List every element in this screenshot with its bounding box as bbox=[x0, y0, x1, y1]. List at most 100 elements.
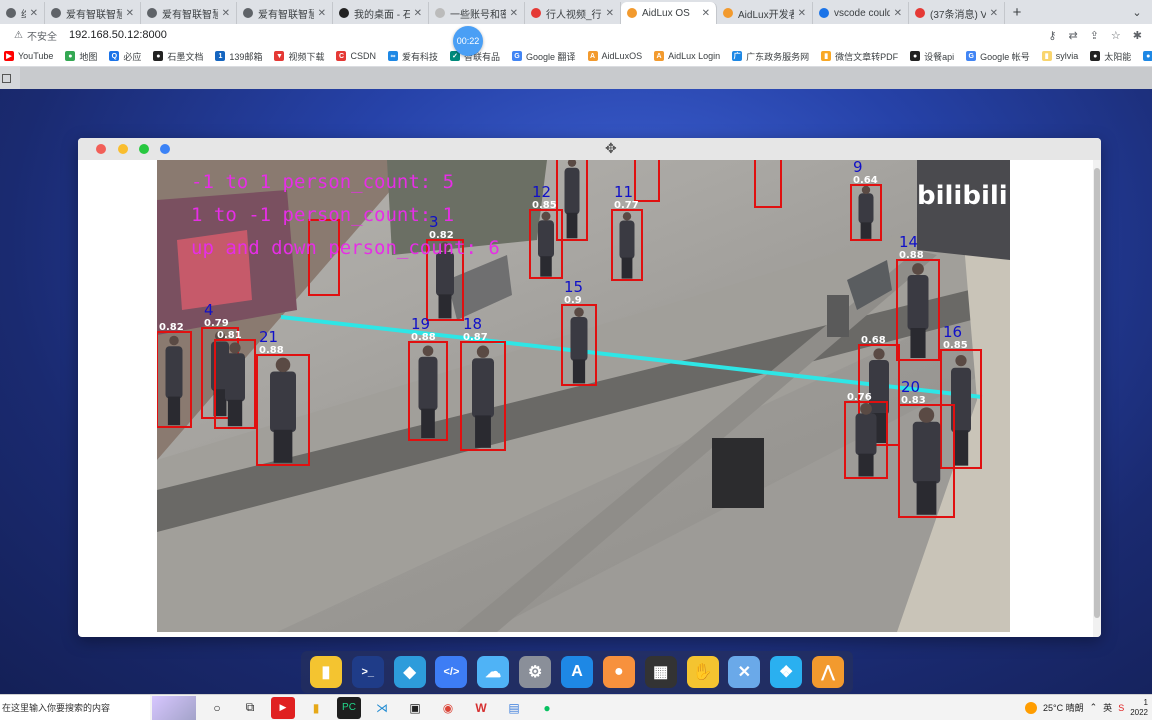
close-tab-icon[interactable]: ✕ bbox=[126, 8, 134, 19]
bookmark-item[interactable]: C CSDN bbox=[336, 51, 376, 61]
bookmark-item[interactable]: ● 设餐api bbox=[910, 50, 954, 63]
person-legs bbox=[860, 222, 872, 239]
bookmark-label: Google 帐号 bbox=[980, 51, 1030, 62]
bookmark-star-icon[interactable]: ☆ bbox=[1111, 29, 1121, 42]
close-tab-icon[interactable]: ✕ bbox=[318, 8, 326, 19]
bookmark-item[interactable]: ● 太阳能 bbox=[1090, 50, 1131, 63]
ime-indicator[interactable]: 英 bbox=[1103, 701, 1112, 714]
close-tab-icon[interactable]: ✕ bbox=[990, 8, 998, 19]
cloud-app-icon[interactable]: ☁ bbox=[477, 656, 510, 688]
screen-tool-icon[interactable]: ▣ bbox=[403, 697, 427, 719]
key-icon[interactable]: ⚷ bbox=[1048, 29, 1056, 42]
browser-tab[interactable]: (37条消息) VSC ✕ bbox=[909, 2, 1005, 24]
maximize-window-button[interactable] bbox=[139, 144, 149, 154]
scrollbar-thumb[interactable] bbox=[1094, 168, 1100, 618]
close-window-button[interactable] bbox=[96, 144, 106, 154]
browser-tab[interactable]: AidLux开发者论 ✕ bbox=[717, 2, 813, 24]
close-tab-icon[interactable]: ✕ bbox=[30, 8, 38, 19]
tab-search-chevron-icon[interactable]: ⌄ bbox=[1122, 2, 1152, 24]
minimize-window-button[interactable] bbox=[118, 144, 128, 154]
pycharm-icon[interactable]: PC bbox=[337, 696, 361, 719]
bookmark-item[interactable]: ▶ YouTube bbox=[4, 51, 53, 61]
taskbar-search-box[interactable]: 在这里输入你要搜索的内容 bbox=[0, 694, 150, 720]
video-app-icon[interactable]: ▶ bbox=[271, 696, 295, 719]
browser-app-icon[interactable]: ◆ bbox=[393, 656, 426, 688]
move-icon[interactable]: ✥ bbox=[605, 140, 617, 157]
taskbar-search-text[interactable]: 在这里输入你要搜索的内容 bbox=[2, 701, 110, 714]
insecure-label[interactable]: 不安全 bbox=[27, 28, 57, 43]
browser-tab[interactable]: AidLux OS ✕ bbox=[621, 2, 717, 24]
bookmark-item[interactable]: ● 地图 bbox=[65, 50, 97, 63]
address-bar[interactable]: ⚠ 不安全 192.168.50.12:8000 ⚷ ⇄ ⇪ ☆ ✱ bbox=[0, 24, 1152, 46]
bookmark-item[interactable]: ▼ 视频下载 bbox=[274, 50, 324, 63]
translate-icon[interactable]: ⇄ bbox=[1068, 29, 1077, 42]
bookmark-item[interactable]: Q 必应 bbox=[109, 50, 141, 63]
circle-search-icon[interactable]: ○ bbox=[205, 697, 229, 719]
bookmark-item[interactable]: ∞ 爱有科技 bbox=[387, 50, 438, 63]
bookmark-item[interactable]: ▮ sylvia bbox=[1041, 51, 1078, 61]
notes-icon[interactable]: ▤ bbox=[502, 697, 526, 719]
bookmark-item[interactable]: ● 石墨文档 bbox=[153, 50, 203, 63]
clock[interactable]: 1 2022 bbox=[1130, 698, 1148, 718]
close-tab-icon[interactable]: ✕ bbox=[702, 8, 710, 19]
task-view-icon[interactable]: ⧉ bbox=[238, 697, 262, 719]
close-tab-icon[interactable]: ✕ bbox=[222, 8, 230, 19]
close-tab-icon[interactable]: ✕ bbox=[798, 8, 806, 19]
bookmark-item[interactable]: ▮ 微信文章转PDF bbox=[821, 50, 898, 63]
window-icon[interactable] bbox=[2, 74, 11, 83]
code-app-icon[interactable]: </> bbox=[435, 656, 468, 688]
calculator-app-icon[interactable]: ▦ bbox=[644, 656, 677, 688]
bookmark-label: AidLux Login bbox=[668, 51, 721, 61]
close-tab-icon[interactable]: ✕ bbox=[510, 8, 518, 19]
security-tray-icon[interactable]: S bbox=[1118, 703, 1124, 713]
confidence-score: 0.9 bbox=[564, 295, 582, 306]
bookmark-item[interactable]: 广广东政务服务网 bbox=[732, 50, 809, 63]
browser-tab[interactable]: vscode could n ✕ bbox=[813, 2, 909, 24]
terminal-app-icon[interactable]: >_ bbox=[351, 656, 384, 688]
settings-app-icon[interactable]: ⚙ bbox=[519, 656, 552, 688]
weather-text[interactable]: 25°C 晴朗 bbox=[1043, 701, 1084, 714]
chrome-icon[interactable]: ◉ bbox=[436, 697, 460, 719]
wps-icon[interactable]: W bbox=[469, 697, 493, 719]
browser-tab[interactable]: 爱有智联智慧园 ✕ bbox=[141, 2, 237, 24]
close-tab-icon[interactable]: ✕ bbox=[606, 8, 614, 19]
window-titlebar[interactable]: ✥ bbox=[78, 138, 1101, 160]
browser-tab[interactable]: 综合管 ✕ bbox=[0, 2, 45, 24]
bookmark-item[interactable]: G Google 翻译 bbox=[512, 50, 576, 63]
browser-tab[interactable]: 一些账号和密码 ✕ bbox=[429, 2, 525, 24]
aidlux-app-icon[interactable]: ⋀ bbox=[812, 656, 845, 688]
person-head bbox=[422, 345, 434, 357]
search-highlight-image[interactable] bbox=[152, 695, 196, 720]
files-app-icon[interactable]: ▮ bbox=[309, 656, 342, 688]
tools-app-icon[interactable]: ✕ bbox=[728, 656, 761, 688]
butterfly-app-icon[interactable]: ❖ bbox=[770, 656, 803, 688]
recording-timer[interactable]: 00:22 bbox=[453, 26, 483, 56]
file-explorer-icon[interactable]: ▮ bbox=[304, 697, 328, 719]
browser-tab[interactable]: 行人视频_行人 ✕ bbox=[525, 2, 621, 24]
appstore-app-icon[interactable]: A bbox=[560, 656, 593, 688]
bookmark-item[interactable]: ●雪球 bbox=[1143, 50, 1152, 63]
bookmark-item[interactable]: G Google 帐号 bbox=[966, 50, 1030, 63]
wechat-icon[interactable]: ● bbox=[535, 697, 559, 719]
bookmark-item[interactable]: A AidLux Login bbox=[654, 51, 720, 61]
browser-tab[interactable]: 爱有智联智慧园 ✕ bbox=[45, 2, 141, 24]
browser-tab[interactable]: 我的桌面 - 石墨 ✕ bbox=[333, 2, 429, 24]
bookmark-item[interactable]: A AidLuxOS bbox=[587, 51, 642, 61]
bulb-app-icon[interactable]: ● bbox=[602, 656, 635, 688]
hand-app-icon[interactable]: ✋ bbox=[686, 656, 719, 688]
close-tab-icon[interactable]: ✕ bbox=[894, 8, 902, 19]
confidence-score: 0.85 bbox=[532, 200, 557, 211]
warning-icon[interactable]: ⚠ bbox=[14, 30, 23, 41]
vscode-icon[interactable]: ⋊ bbox=[370, 697, 394, 719]
close-tab-icon[interactable]: ✕ bbox=[414, 8, 422, 19]
browser-tab[interactable]: 爱有智联智慧园 ✕ bbox=[237, 2, 333, 24]
window-scrollbar[interactable] bbox=[1093, 160, 1101, 637]
url-text[interactable]: 192.168.50.12:8000 bbox=[69, 29, 167, 41]
sun-icon[interactable] bbox=[1025, 701, 1037, 714]
fullscreen-window-button[interactable] bbox=[160, 144, 170, 154]
new-tab-button[interactable]: + bbox=[1005, 2, 1029, 24]
tray-overflow-icon[interactable]: ⌃ bbox=[1090, 702, 1098, 713]
extensions-icon[interactable]: ✱ bbox=[1133, 29, 1142, 42]
share-icon[interactable]: ⇪ bbox=[1090, 29, 1099, 42]
bookmark-item[interactable]: 1 139邮箱 bbox=[215, 50, 262, 63]
